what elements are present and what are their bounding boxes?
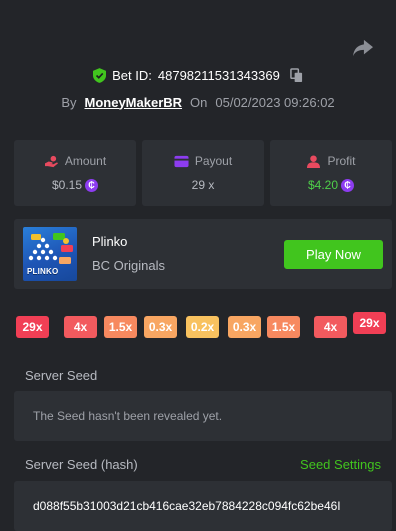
amount-label: Amount xyxy=(64,154,107,168)
server-seed-box: The Seed hasn't been revealed yet. xyxy=(14,391,392,441)
play-now-button[interactable]: Play Now xyxy=(284,240,383,269)
stat-profit: Profit $4.20 ₵ xyxy=(270,140,392,206)
share-icon[interactable] xyxy=(352,38,374,58)
thumb-word: PLINKO xyxy=(27,267,59,276)
stats-row: Amount $0.15 ₵ Payout 29 x Profit $4.20 … xyxy=(14,140,392,206)
seed-settings-link[interactable]: Seed Settings xyxy=(300,457,381,472)
coin-icon: ₵ xyxy=(85,178,99,192)
payout-label: Payout xyxy=(194,154,233,168)
game-title[interactable]: Plinko xyxy=(92,234,127,249)
stat-amount: Amount $0.15 ₵ xyxy=(14,140,136,206)
verified-shield-icon xyxy=(93,67,107,83)
stat-payout: Payout 29 x xyxy=(142,140,264,206)
multiplier-chip: 4x xyxy=(314,316,347,338)
profit-person-icon xyxy=(307,154,321,168)
multiplier-chip: 29x xyxy=(16,316,49,338)
bet-id-label: Bet ID: xyxy=(112,67,152,83)
multiplier-chip: 0.3x xyxy=(228,316,261,338)
server-seed-label: Server Seed xyxy=(25,368,98,383)
bet-id-value: 48798211531343369 xyxy=(157,67,280,83)
username-link[interactable]: MoneyMakerBR xyxy=(85,95,183,110)
money-hand-icon xyxy=(44,155,58,167)
server-seed-text: The Seed hasn't been revealed yet. xyxy=(33,409,223,423)
multiplier-row: 29x 4x 1.5x 0.3x 0.2x 0.3x 1.5x 4x 29x xyxy=(16,312,388,340)
payout-value: 29 x xyxy=(191,178,215,192)
server-seed-hash-label: Server Seed (hash) xyxy=(25,457,138,472)
server-seed-hash-value: d088f55b31003d21cb416cae32eb7884228c094f… xyxy=(33,499,341,513)
coin-icon: ₵ xyxy=(341,178,355,192)
by-line: By MoneyMakerBR On 05/02/2023 09:26:02 xyxy=(0,93,396,111)
plinko-thumbnail[interactable]: PLINKO xyxy=(23,227,77,281)
by-label: By xyxy=(61,94,77,110)
multiplier-chip: 29x xyxy=(353,312,386,334)
profit-label: Profit xyxy=(327,154,356,168)
multiplier-chip: 0.3x xyxy=(144,316,177,338)
multiplier-chip: 4x xyxy=(64,316,97,338)
bet-header: Bet ID: 48798211531343369 By MoneyMakerB… xyxy=(0,66,396,111)
amount-value: $0.15 xyxy=(51,178,83,192)
on-label: On xyxy=(190,94,208,110)
multiplier-chip: 1.5x xyxy=(267,316,300,338)
profit-value: $4.20 xyxy=(307,178,339,192)
card-icon xyxy=(174,155,189,167)
copy-icon[interactable] xyxy=(290,67,303,83)
bet-date: 05/02/2023 09:26:02 xyxy=(215,94,335,110)
multiplier-chip: 0.2x xyxy=(186,316,219,338)
multiplier-chip: 1.5x xyxy=(104,316,137,338)
bet-id-line: Bet ID: 48798211531343369 xyxy=(0,66,396,84)
game-provider: BC Originals xyxy=(92,258,165,273)
server-seed-hash-box[interactable]: d088f55b31003d21cb416cae32eb7884228c094f… xyxy=(14,481,392,531)
game-card: PLINKO Plinko BC Originals Play Now xyxy=(14,219,392,289)
